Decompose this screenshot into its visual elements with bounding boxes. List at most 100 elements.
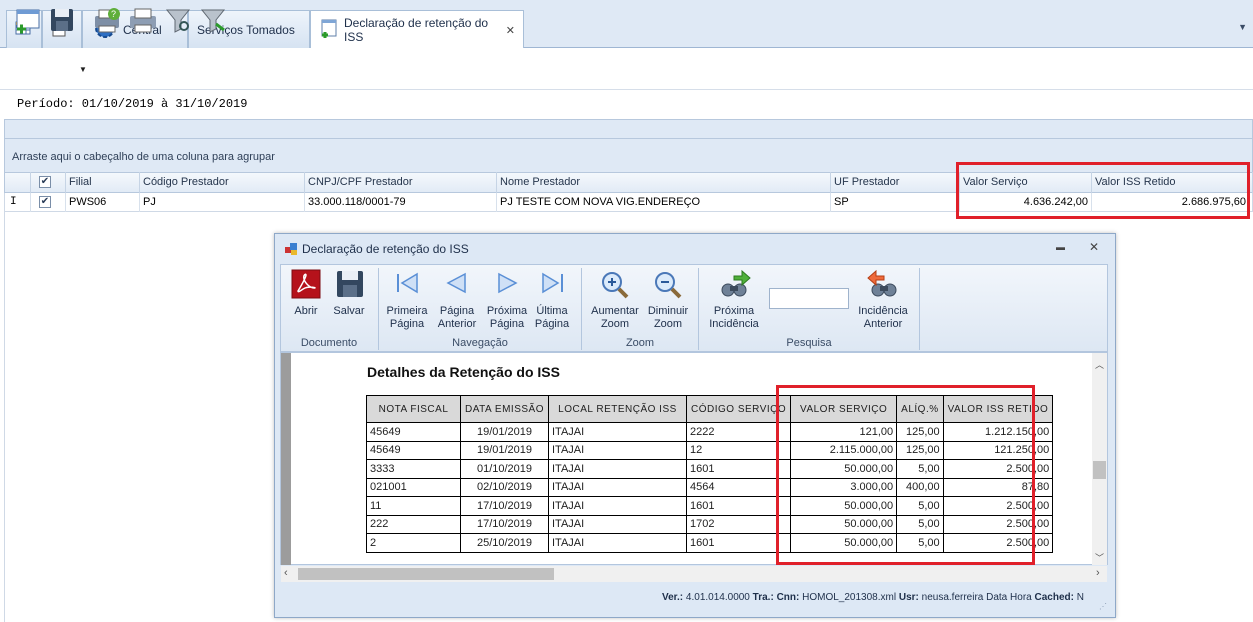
incidencia-anterior-button[interactable]: Incidência Anterior xyxy=(853,305,913,331)
ultima-pagina-button[interactable]: Última Página xyxy=(532,305,572,331)
chevron-down-icon[interactable]: ▼ xyxy=(79,65,87,74)
primeira-pagina-button[interactable]: Primeira Página xyxy=(384,305,430,331)
resize-grip-icon[interactable]: ⋰ xyxy=(1099,602,1107,611)
zoom-out-icon[interactable] xyxy=(653,270,683,303)
report-cell: 45649 xyxy=(366,422,461,442)
report-cell: 45649 xyxy=(366,440,461,460)
status-ver-label: Ver.: xyxy=(662,592,684,603)
grid-top-bar xyxy=(4,119,1253,139)
proxima-pagina-button[interactable]: Próxima Página xyxy=(484,305,530,331)
filter-icon[interactable] xyxy=(165,6,193,34)
report-cell: 02/10/2019 xyxy=(460,477,549,497)
diminuir-zoom-button[interactable]: Diminuir Zoom xyxy=(645,305,691,331)
search-input[interactable] xyxy=(769,288,849,309)
horizontal-scroll-thumb[interactable] xyxy=(298,568,554,580)
last-page-icon[interactable] xyxy=(541,272,565,297)
scroll-up-icon[interactable]: ︿ xyxy=(1095,358,1104,371)
status-cnn-label: Cnn: xyxy=(776,592,800,603)
column-header-filial[interactable]: Filial xyxy=(66,172,140,193)
print-icon[interactable] xyxy=(128,6,156,34)
label-line: Zoom xyxy=(653,318,683,330)
column-header-codigo-prestador[interactable]: Código Prestador xyxy=(140,172,305,193)
ribbon-separator xyxy=(919,268,920,350)
new-document-icon[interactable] xyxy=(14,6,42,34)
label-line: Página xyxy=(389,318,425,330)
cell-cnpj[interactable]: 33.000.118/0001-79 xyxy=(305,193,497,212)
row-select-cell[interactable]: ✔ xyxy=(31,193,66,212)
aumentar-zoom-button[interactable]: Aumentar Zoom xyxy=(588,305,642,331)
report-cell: ITAJAI xyxy=(547,440,687,460)
report-cell: ITAJAI xyxy=(547,496,687,516)
group-pesquisa: Pesquisa xyxy=(786,337,832,349)
ribbon-separator xyxy=(698,268,699,350)
select-all-header[interactable]: ✔ xyxy=(31,172,66,193)
minimize-icon[interactable]: ▬ xyxy=(1056,242,1065,252)
new-document-icon xyxy=(319,18,339,43)
row-indicator-header xyxy=(4,172,31,193)
column-header-cnpj[interactable]: CNPJ/CPF Prestador xyxy=(305,172,497,193)
tab-label: Declaração de retenção do ISS xyxy=(344,16,489,44)
chevron-down-icon[interactable]: ▼ xyxy=(1238,22,1247,32)
label-line: Diminuir xyxy=(647,305,689,317)
row-indicator: I xyxy=(4,193,31,212)
status-usr: neusa.ferreira xyxy=(921,592,984,603)
find-next-icon[interactable] xyxy=(718,268,752,303)
zoom-in-icon[interactable] xyxy=(600,270,630,303)
cell-uf[interactable]: SP xyxy=(831,193,960,212)
svg-text:?: ? xyxy=(111,9,116,19)
cell-codigo[interactable]: PJ xyxy=(140,193,305,212)
next-page-icon[interactable] xyxy=(497,272,519,297)
report-cell: 2 xyxy=(366,533,461,553)
report-col-nota: NOTA FISCAL xyxy=(366,395,461,423)
scroll-down-icon[interactable]: ﹀ xyxy=(1095,551,1104,564)
clear-filter-icon[interactable] xyxy=(200,6,228,34)
salvar-button[interactable]: Salvar xyxy=(330,305,368,318)
scroll-right-icon[interactable]: › xyxy=(1096,567,1100,579)
label-line: Próxima xyxy=(713,305,755,317)
find-previous-icon[interactable] xyxy=(866,268,900,303)
pagina-anterior-button[interactable]: Página Anterior xyxy=(434,305,480,331)
cell-nome[interactable]: PJ TESTE COM NOVA VIG.ENDEREÇO xyxy=(497,193,831,212)
report-cell: ITAJAI xyxy=(547,514,687,534)
label-line: Incidência xyxy=(709,318,759,330)
save-icon[interactable] xyxy=(335,269,365,302)
close-icon[interactable]: ✕ xyxy=(1089,240,1099,254)
vertical-scroll-thumb[interactable] xyxy=(1093,461,1106,479)
proxima-incidencia-button[interactable]: Próxima Incidência xyxy=(705,305,763,331)
close-icon[interactable]: ✕ xyxy=(506,24,515,37)
report-cell: ITAJAI xyxy=(547,422,687,442)
column-header-nome-prestador[interactable]: Nome Prestador xyxy=(497,172,831,193)
abrir-button[interactable]: Abrir xyxy=(288,305,324,318)
report-cell: 222 xyxy=(366,514,461,534)
pdf-icon[interactable] xyxy=(291,269,321,302)
status-usr-label: Usr: xyxy=(898,592,919,603)
label-line: Página xyxy=(534,318,570,330)
save-icon[interactable] xyxy=(48,6,76,34)
vertical-scrollbar[interactable] xyxy=(1092,353,1107,565)
report-cell: 021001 xyxy=(366,477,461,497)
dialog-title: Declaração de retenção do ISS xyxy=(302,242,469,256)
previous-page-icon[interactable] xyxy=(445,272,467,297)
status-data: Data xyxy=(986,592,1008,603)
report-cell: ITAJAI xyxy=(547,533,687,553)
report-cell: ITAJAI xyxy=(547,477,687,497)
tab-declaracao[interactable]: Declaração de retenção do ISS ✕ xyxy=(310,10,524,49)
highlight-box xyxy=(776,385,1035,565)
status-cnn: HOMOL_201308.xml xyxy=(802,592,897,603)
report-icon xyxy=(284,242,298,259)
select-all-checkbox[interactable]: ✔ xyxy=(39,176,51,188)
label-line: Incidência xyxy=(858,305,908,317)
periodo-label: Período: 01/10/2019 à 31/10/2019 xyxy=(17,97,248,111)
label-line: Aumentar xyxy=(591,305,639,317)
status-ver: 4.01.014.0000 xyxy=(685,592,750,603)
print-preview-icon[interactable]: ? xyxy=(92,6,120,34)
row-checkbox[interactable]: ✔ xyxy=(39,196,51,208)
cell-filial[interactable]: PWS06 xyxy=(66,193,140,212)
label-line: Página xyxy=(439,305,475,317)
first-page-icon[interactable] xyxy=(395,272,419,297)
scroll-left-icon[interactable]: ‹ xyxy=(284,567,288,579)
column-header-uf[interactable]: UF Prestador xyxy=(831,172,960,193)
status-tra-label: Tra.: xyxy=(752,592,774,603)
viewer-gutter xyxy=(281,353,291,565)
status-cached-label: Cached: xyxy=(1034,592,1074,603)
